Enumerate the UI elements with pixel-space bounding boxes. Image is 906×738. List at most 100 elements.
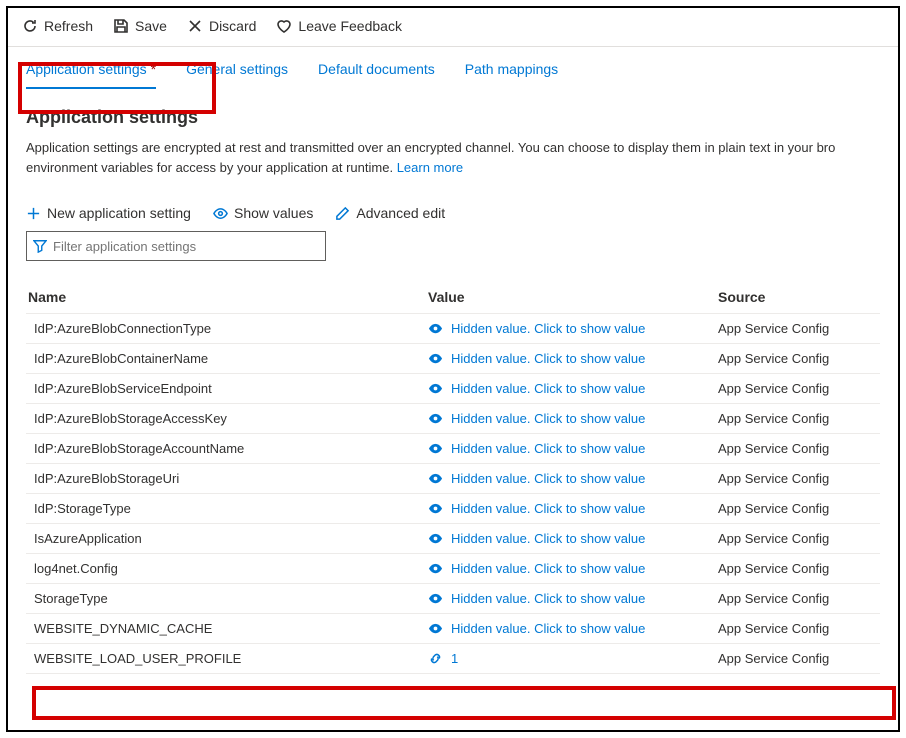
description-line1: Application settings are encrypted at re… [26,140,835,155]
table-row: StorageTypeHidden value. Click to show v… [26,584,880,614]
setting-source: App Service Config [718,411,878,426]
hidden-value-link[interactable]: Hidden value. Click to show value [428,531,718,546]
table-row: IdP:AzureBlobStorageAccountNameHidden va… [26,434,880,464]
eye-icon [428,591,443,606]
setting-name[interactable]: IdP:AzureBlobContainerName [28,351,428,366]
setting-name[interactable]: StorageType [28,591,428,606]
refresh-button[interactable]: Refresh [22,18,93,34]
hidden-value-link[interactable]: Hidden value. Click to show value [428,561,718,576]
hidden-value-link[interactable]: Hidden value. Click to show value [428,501,718,516]
tab-application-settings[interactable]: Application settings* [26,61,156,89]
hidden-value-link[interactable]: Hidden value. Click to show value [428,411,718,426]
col-name[interactable]: Name [28,289,428,305]
col-source[interactable]: Source [718,289,878,305]
eye-icon [213,206,228,221]
setting-source: App Service Config [718,321,878,336]
learn-more-link[interactable]: Learn more [397,160,463,175]
discard-button[interactable]: Discard [187,18,256,34]
setting-name[interactable]: IdP:AzureBlobServiceEndpoint [28,381,428,396]
table-row: IsAzureApplicationHidden value. Click to… [26,524,880,554]
table-row: IdP:AzureBlobServiceEndpointHidden value… [26,374,880,404]
toolbar: Refresh Save Discard Leave Feedback [8,8,898,47]
table-row: IdP:AzureBlobConnectionTypeHidden value.… [26,314,880,344]
new-setting-label: New application setting [47,205,191,221]
setting-name[interactable]: IdP:AzureBlobStorageAccountName [28,441,428,456]
advanced-edit-label: Advanced edit [356,205,445,221]
eye-icon [428,561,443,576]
table-row: IdP:AzureBlobStorageAccessKeyHidden valu… [26,404,880,434]
hidden-value-link[interactable]: Hidden value. Click to show value [428,351,718,366]
filter-icon [33,239,47,253]
eye-icon [428,321,443,336]
table-row: IdP:AzureBlobContainerNameHidden value. … [26,344,880,374]
heart-icon [276,18,292,34]
setting-name[interactable]: WEBSITE_LOAD_USER_PROFILE [28,651,428,666]
advanced-edit-button[interactable]: Advanced edit [335,205,445,221]
tabs: Application settings* General settings D… [8,47,898,89]
eye-icon [428,381,443,396]
table-row: IdP:AzureBlobStorageUriHidden value. Cli… [26,464,880,494]
tab-path-mappings[interactable]: Path mappings [465,61,558,89]
setting-name[interactable]: IdP:AzureBlobStorageAccessKey [28,411,428,426]
discard-label: Discard [209,18,256,34]
col-value[interactable]: Value [428,289,718,305]
feedback-button[interactable]: Leave Feedback [276,18,402,34]
hidden-value-link[interactable]: Hidden value. Click to show value [428,321,718,336]
link-icon [428,651,443,666]
refresh-label: Refresh [44,18,93,34]
refresh-icon [22,18,38,34]
setting-source: App Service Config [718,351,878,366]
settings-table: Name Value Source IdP:AzureBlobConnectio… [8,271,898,674]
hidden-value-link[interactable]: Hidden value. Click to show value [428,621,718,636]
value-link[interactable]: 1 [428,651,718,666]
save-button[interactable]: Save [113,18,167,34]
setting-name[interactable]: IsAzureApplication [28,531,428,546]
table-row: WEBSITE_DYNAMIC_CACHEHidden value. Click… [26,614,880,644]
tab-general-settings[interactable]: General settings [186,61,288,89]
setting-source: App Service Config [718,501,878,516]
setting-source: App Service Config [718,561,878,576]
tab-label: Application settings [26,61,147,77]
hidden-value-link[interactable]: Hidden value. Click to show value [428,471,718,486]
setting-source: App Service Config [718,591,878,606]
setting-source: App Service Config [718,621,878,636]
save-label: Save [135,18,167,34]
pencil-icon [335,206,350,221]
table-row: IdP:StorageTypeHidden value. Click to sh… [26,494,880,524]
hidden-value-link[interactable]: Hidden value. Click to show value [428,591,718,606]
setting-name[interactable]: WEBSITE_DYNAMIC_CACHE [28,621,428,636]
hidden-value-link[interactable]: Hidden value. Click to show value [428,441,718,456]
highlight-box-row [32,686,896,720]
feedback-label: Leave Feedback [298,18,402,34]
filter-box[interactable] [26,231,326,261]
setting-source: App Service Config [718,651,878,666]
dirty-indicator: * [151,61,156,77]
eye-icon [428,621,443,636]
table-header: Name Value Source [26,281,880,314]
tab-default-documents[interactable]: Default documents [318,61,435,89]
setting-source: App Service Config [718,381,878,396]
discard-icon [187,18,203,34]
setting-name[interactable]: IdP:AzureBlobConnectionType [28,321,428,336]
hidden-value-link[interactable]: Hidden value. Click to show value [428,381,718,396]
new-setting-button[interactable]: New application setting [26,205,191,221]
show-values-label: Show values [234,205,313,221]
setting-source: App Service Config [718,471,878,486]
show-values-button[interactable]: Show values [213,205,313,221]
setting-name[interactable]: IdP:AzureBlobStorageUri [28,471,428,486]
setting-source: App Service Config [718,531,878,546]
page-title: Application settings [26,107,880,128]
table-row: WEBSITE_LOAD_USER_PROFILE1App Service Co… [26,644,880,674]
eye-icon [428,441,443,456]
eye-icon [428,471,443,486]
filter-input[interactable] [53,239,319,254]
eye-icon [428,501,443,516]
actions-row: New application setting Show values Adva… [8,183,898,231]
save-icon [113,18,129,34]
setting-source: App Service Config [718,441,878,456]
eye-icon [428,531,443,546]
setting-name[interactable]: log4net.Config [28,561,428,576]
setting-name[interactable]: IdP:StorageType [28,501,428,516]
description: Application settings are encrypted at re… [26,138,880,177]
eye-icon [428,411,443,426]
